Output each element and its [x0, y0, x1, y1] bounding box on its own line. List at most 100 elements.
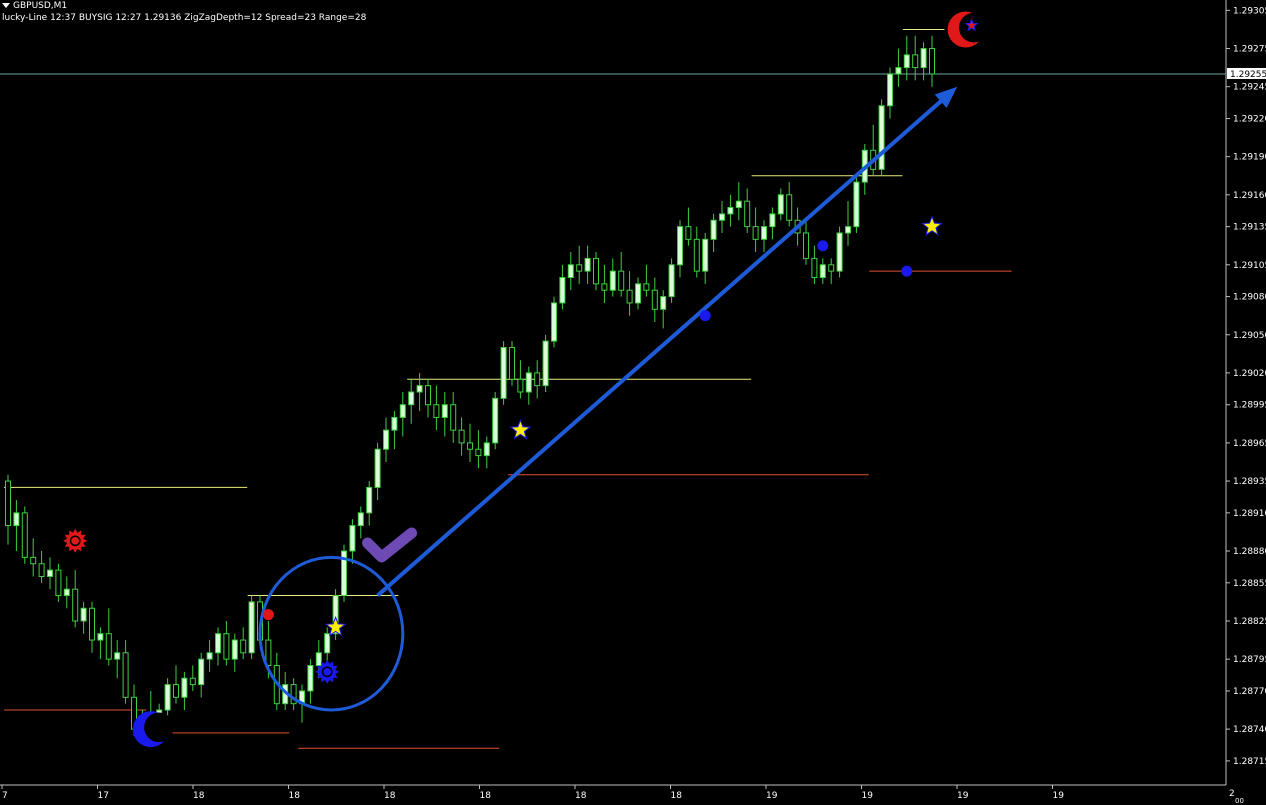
candle-body — [89, 607, 95, 641]
time-tick-label: 18 — [480, 791, 492, 801]
candle — [719, 201, 725, 233]
candle — [97, 627, 104, 660]
price-tick-label: 1.29190 — [1233, 153, 1266, 163]
candle — [803, 220, 809, 265]
candle — [517, 360, 524, 399]
candle — [231, 633, 238, 672]
candle-body — [206, 652, 213, 660]
candle-body — [920, 48, 927, 69]
candle-body — [374, 448, 381, 488]
candle-body — [500, 346, 507, 399]
candle-body — [105, 633, 112, 660]
candle — [895, 48, 902, 87]
candle-body — [635, 283, 641, 304]
candle — [752, 207, 759, 253]
time-axis-corner-sublabel: 00 — [1235, 797, 1244, 805]
price-tick-label: 1.28740 — [1233, 725, 1266, 735]
price-tick-label: 1.29305 — [1233, 6, 1266, 16]
candle-body — [441, 404, 448, 418]
candle-body — [248, 601, 255, 654]
candle-body — [324, 633, 331, 654]
candle — [618, 252, 625, 297]
candle-body — [383, 429, 389, 450]
candle-body — [551, 302, 557, 342]
candle — [38, 551, 45, 583]
price-tick-label: 1.28910 — [1233, 509, 1266, 519]
candle — [668, 258, 675, 303]
candle — [55, 563, 62, 602]
candle-body — [769, 213, 776, 228]
sell-sun-icon — [63, 528, 88, 553]
candle-body — [609, 270, 616, 291]
candle — [551, 296, 557, 348]
time-tick-label: 18 — [671, 791, 683, 801]
price-tick-label: 1.28965 — [1233, 439, 1266, 449]
candle-body — [425, 385, 431, 406]
signal-star-icon — [921, 215, 943, 236]
candle — [290, 678, 297, 711]
candle-body — [13, 512, 20, 527]
candle — [21, 506, 28, 564]
time-tick-label: 19 — [766, 791, 778, 801]
price-tick-label: 1.29275 — [1233, 45, 1266, 55]
candle-body — [181, 677, 188, 698]
candle-body — [878, 105, 885, 170]
candle-body — [626, 289, 633, 304]
candle-body — [122, 652, 129, 698]
candle-body — [761, 226, 767, 240]
candle — [609, 258, 616, 297]
candle — [702, 232, 709, 284]
candle — [408, 379, 415, 424]
candle — [593, 252, 599, 291]
candle-body — [727, 207, 734, 215]
candle-body — [517, 378, 524, 393]
candle — [357, 506, 364, 539]
price-tick-label: 1.29135 — [1233, 223, 1266, 233]
price-tick-label: 1.28715 — [1233, 757, 1266, 767]
candle-body — [584, 257, 591, 272]
candle — [584, 245, 591, 284]
candle — [63, 576, 70, 609]
candle — [383, 417, 389, 462]
candle-body — [719, 213, 725, 221]
candle — [240, 627, 247, 660]
chevron-down-icon[interactable] — [2, 3, 10, 8]
candle — [425, 379, 431, 418]
candle-body — [735, 200, 742, 209]
price-tick-label: 1.29105 — [1233, 261, 1266, 271]
candle-body — [189, 677, 196, 686]
candle-body — [164, 684, 171, 711]
price-tick-label: 1.29050 — [1233, 331, 1266, 341]
candle-body — [845, 226, 851, 234]
price-tick-label: 1.28825 — [1233, 617, 1266, 627]
candle-body — [475, 448, 482, 457]
moon-shadow — [144, 712, 174, 743]
candle — [929, 35, 935, 87]
candle — [416, 372, 423, 412]
sun-core — [323, 668, 332, 676]
candle-body — [618, 270, 625, 291]
signal-dot — [901, 265, 913, 277]
candle-body — [693, 238, 700, 272]
candle-body — [433, 404, 440, 418]
candle-body — [231, 639, 238, 660]
indicator-info: lucky-Line 12:37 BUYSIG 12:27 1.29136 Zi… — [2, 13, 367, 23]
candle — [559, 264, 566, 310]
candle — [122, 640, 129, 704]
time-tick-label: 19 — [1053, 791, 1065, 801]
checkmark-icon — [362, 527, 418, 563]
candle-body — [458, 429, 465, 444]
candle-body — [811, 257, 818, 279]
candle — [206, 640, 213, 672]
price-chart[interactable]: 1.29305 1.29275 1.29245 1.29220 1.29190 1.291… — [0, 0, 1266, 805]
candle — [307, 659, 314, 704]
candle — [651, 277, 658, 323]
candle-body — [97, 633, 104, 641]
time-tick-label: 7 — [2, 791, 8, 801]
candle-body — [223, 633, 230, 660]
candle — [811, 245, 818, 284]
candle — [72, 570, 79, 628]
candle — [786, 182, 793, 227]
candle-body — [240, 639, 247, 654]
candle-body — [525, 372, 532, 393]
